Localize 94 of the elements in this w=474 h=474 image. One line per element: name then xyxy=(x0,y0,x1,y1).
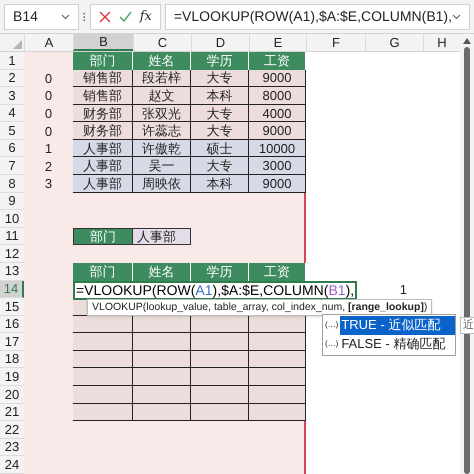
row-header[interactable]: 9 xyxy=(0,192,24,210)
table-cell: 大专 xyxy=(191,104,249,122)
formula-text: =VLOOKUP(ROW( xyxy=(76,280,196,300)
insert-function-button[interactable]: fx xyxy=(140,6,152,26)
row-header[interactable]: 15 xyxy=(0,298,24,316)
table-cell: 销售部 xyxy=(73,87,133,105)
row-header[interactable]: 16 xyxy=(0,316,24,334)
table-cell: 4000 xyxy=(249,104,306,122)
row-header[interactable]: 7 xyxy=(0,157,24,176)
row-header[interactable]: 11 xyxy=(0,228,24,246)
table-cell: 财务部 xyxy=(73,122,133,140)
table-cell: 硕士 xyxy=(191,140,249,158)
table-cell: 许蕊志 xyxy=(133,122,191,140)
table-cell: 人事部 xyxy=(73,157,133,176)
formula-text: A1 xyxy=(195,280,213,300)
table-cell: 大专 xyxy=(191,157,249,176)
table-header-cell: 工资 xyxy=(249,262,306,281)
row-header[interactable]: 4 xyxy=(0,104,24,122)
table-cell: 周映依 xyxy=(133,175,191,193)
table-cell: 财务部 xyxy=(73,104,133,122)
helper-value: 2 xyxy=(44,160,52,173)
table-cell: 大专 xyxy=(191,122,249,140)
row-header[interactable]: 2 xyxy=(0,70,24,88)
table-cell: 许傲乾 xyxy=(133,140,191,158)
table-header-cell: 部门 xyxy=(73,262,133,281)
row-header[interactable]: 19 xyxy=(0,368,24,386)
column-header[interactable]: B xyxy=(73,34,133,51)
row-header[interactable]: 20 xyxy=(0,386,24,404)
table-header-cell: 学历 xyxy=(191,262,249,281)
cell-value: 1 xyxy=(400,282,407,296)
row-header[interactable]: 21 xyxy=(0,404,24,422)
helper-value: 0 xyxy=(44,107,52,120)
table-cell: 人事部 xyxy=(73,175,133,193)
table-cell: 张双光 xyxy=(133,104,191,122)
table-header-cell: 工资 xyxy=(249,52,306,70)
column-header[interactable]: F xyxy=(306,34,365,51)
table-cell: 销售部 xyxy=(73,70,133,88)
column-header[interactable]: E xyxy=(249,34,306,51)
table-cell: 本科 xyxy=(191,175,249,193)
table-cell: 本科 xyxy=(191,87,249,105)
more-options-icon[interactable] xyxy=(83,10,86,22)
check-icon[interactable] xyxy=(118,11,132,22)
criteria-value: 人事部 xyxy=(133,228,191,246)
column-header[interactable]: C xyxy=(133,34,191,51)
row-header[interactable]: 6 xyxy=(0,140,24,158)
table-cell: 吴一 xyxy=(133,157,191,176)
formula-field[interactable]: =VLOOKUP(ROW(A1),$A:$E,COLUMN(B1), xyxy=(164,4,470,30)
table-cell: 人事部 xyxy=(73,140,133,158)
table-cell: 9000 xyxy=(249,175,306,193)
table-cell: 赵文 xyxy=(133,87,191,105)
table-cell: 3000 xyxy=(249,157,306,176)
row-header[interactable]: 13 xyxy=(0,262,24,281)
row-header[interactable]: 23 xyxy=(0,438,24,456)
helper-value: 1 xyxy=(44,142,52,156)
side-tip: 近 xyxy=(460,316,474,334)
cancel-icon[interactable] xyxy=(98,10,111,22)
row-header[interactable]: 24 xyxy=(0,456,24,474)
row-header[interactable]: 3 xyxy=(0,87,24,105)
table-header-cell: 姓名 xyxy=(133,52,191,70)
table-header-cell: 部门 xyxy=(73,52,133,70)
helper-value: 3 xyxy=(44,177,52,190)
vertical-scrollbar[interactable] xyxy=(460,34,474,474)
formula-text: ), xyxy=(346,280,354,300)
table-header-cell: 姓名 xyxy=(133,262,191,281)
table-cell: 大专 xyxy=(191,70,249,88)
formula-text: ),$A:$E,COLUMN( xyxy=(212,280,328,300)
row-header[interactable]: 22 xyxy=(0,421,24,439)
row-header[interactable]: 18 xyxy=(0,350,24,368)
formula-text: B1 xyxy=(328,280,346,300)
table-cell: 9000 xyxy=(249,122,306,140)
row-header[interactable]: 10 xyxy=(0,210,24,228)
cell-editor[interactable]: =VLOOKUP(ROW(A1),$A:$E,COLUMN(B1), xyxy=(73,280,357,300)
criteria-label: 部门 xyxy=(73,228,133,246)
row-header[interactable]: 8 xyxy=(0,175,24,193)
function-tooltip: VLOOKUP(lookup_value, table_array, col_index_num, [range_lookup]) xyxy=(87,299,432,316)
autocomplete-item[interactable]: (…) FALSE - 精确匹配 xyxy=(323,334,455,354)
chevron-down-icon xyxy=(61,14,70,20)
name-box[interactable]: B14 xyxy=(4,4,80,30)
scroll-up-icon[interactable] xyxy=(463,38,471,44)
helper-value: 0 xyxy=(44,124,52,138)
row-header[interactable]: 12 xyxy=(0,245,24,263)
row-header[interactable]: 1 xyxy=(0,52,24,70)
column-header[interactable]: G xyxy=(365,34,423,51)
helper-value: 0 xyxy=(44,72,52,85)
table-cell: 9000 xyxy=(249,70,306,88)
table-cell: 段若梓 xyxy=(133,70,191,88)
helper-value: 0 xyxy=(44,89,52,102)
row-header[interactable]: 5 xyxy=(0,122,24,140)
table-cell: 8000 xyxy=(249,87,306,105)
row-header[interactable]: 17 xyxy=(0,333,24,351)
table-header-cell: 学历 xyxy=(191,52,249,70)
chevron-down-icon xyxy=(452,14,461,20)
column-header[interactable]: D xyxy=(191,34,249,51)
table-cell: 10000 xyxy=(249,140,306,158)
